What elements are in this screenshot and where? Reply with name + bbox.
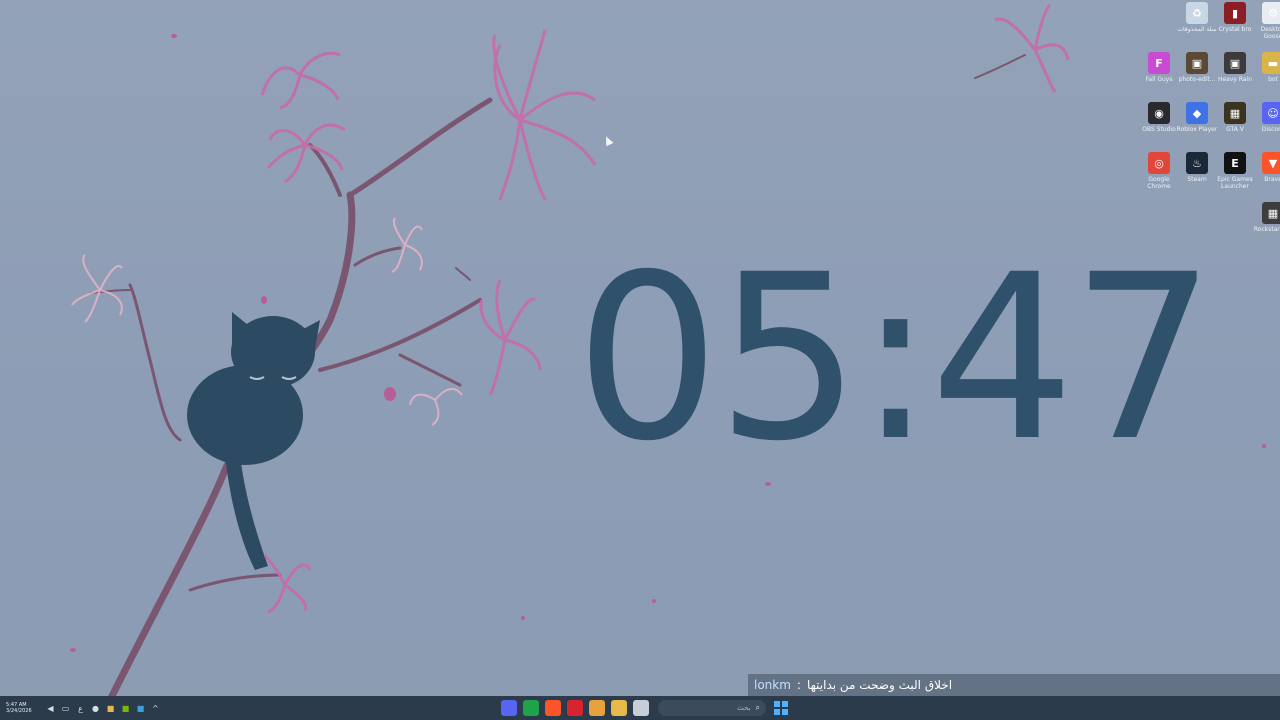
desktop-shortcut-label: Crystal bro <box>1218 26 1252 33</box>
shortcut-icon: ▦ <box>1262 202 1280 224</box>
chat-separator: : <box>796 678 801 692</box>
chat-text: اخلاق البث وضحت من بدايتها <box>806 678 953 692</box>
microphone-icon[interactable]: ● <box>91 704 100 713</box>
tray-clock[interactable]: 5:47 AM 3/24/2026 <box>6 702 40 714</box>
brave-icon: ▼ <box>1262 152 1280 174</box>
steam-icon: ♨ <box>1186 152 1208 174</box>
heavy-rain-icon: ▣ <box>1224 52 1246 74</box>
folder-icon: ▬ <box>1262 52 1280 74</box>
brave-taskbar-icon[interactable] <box>545 700 561 716</box>
volume-icon[interactable]: ◀ <box>46 704 55 713</box>
desktop-shortcut-label: Steam <box>1187 176 1207 183</box>
desktop-shortcut[interactable]: ▣ photo-edit... <box>1178 52 1216 100</box>
desktop-shortcut[interactable]: ⚙ Desktop Goose <box>1254 2 1280 50</box>
desktop-shortcut[interactable]: ▮ Crystal bro <box>1216 2 1254 50</box>
desktop-shortcut[interactable]: E Epic Games Launcher <box>1216 152 1254 200</box>
taskbar-apps: بحث ⌕ <box>498 698 788 718</box>
search-box[interactable]: بحث ⌕ <box>658 700 766 716</box>
photo-icon: ▣ <box>1186 52 1208 74</box>
desktop-shortcut[interactable]: ▬ bot <box>1254 52 1280 100</box>
file-explorer-taskbar-icon[interactable] <box>611 700 627 716</box>
desktop-shortcut-label: Epic Games Launcher <box>1217 176 1253 190</box>
tray-app-icon[interactable]: ■ <box>106 704 115 713</box>
crystal-icon: ▮ <box>1224 2 1246 24</box>
desktop-shortcut-label: photo-edit... <box>1178 76 1216 83</box>
chevron-up-icon[interactable]: ^ <box>151 704 160 713</box>
desktop-shortcut-label: Discord <box>1261 126 1280 133</box>
tray-app-icon-2[interactable]: ■ <box>136 704 145 713</box>
desktop-icons: ♻ سلة المحذوفات ▮ Crystal bro ⚙ Desktop Goose… <box>1128 0 1280 250</box>
discord-icon: ☺ <box>1262 102 1280 124</box>
task-view-taskbar-icon[interactable] <box>633 700 649 716</box>
desktop-shortcut[interactable]: ▦ GTA V <box>1216 102 1254 150</box>
recycle-bin-icon: ♻ <box>1186 2 1208 24</box>
search-icon: ⌕ <box>755 703 760 712</box>
desktop-shortcut[interactable]: ▼ Brave <box>1254 152 1280 200</box>
desktop-shortcut-label: Google Chrome <box>1147 176 1171 190</box>
desktop-shortcut-label: Desktop Goose <box>1260 26 1280 40</box>
tray-date: 3/24/2026 <box>6 708 32 714</box>
desktop-shortcut-label: Rockstar G... <box>1253 226 1280 233</box>
desktop-shortcut-label: Roblox Player <box>1176 126 1218 133</box>
desktop-shortcut-label: سلة المحذوفات <box>1177 26 1217 33</box>
discord-taskbar-icon[interactable] <box>501 700 517 716</box>
desktop-shortcut-label: Brave <box>1264 176 1280 183</box>
clock-display: 05:47 <box>575 225 1216 491</box>
desktop-shortcut-label: bot <box>1268 76 1278 83</box>
desktop-shortcut[interactable]: ♻ سلة المحذوفات <box>1177 2 1217 50</box>
desktop-shortcut[interactable]: ▦ Rockstar G... <box>1254 202 1280 250</box>
epic-games-icon: E <box>1224 152 1246 174</box>
opera-taskbar-icon[interactable] <box>567 700 583 716</box>
chat-username: lonkm <box>754 678 791 692</box>
google-chrome-icon: ◎ <box>1148 152 1170 174</box>
obs-icon: ◉ <box>1148 102 1170 124</box>
roblox-player-icon: ◆ <box>1186 102 1208 124</box>
nvidia-icon[interactable]: ■ <box>121 704 130 713</box>
desktop-shortcut-label: Fall Guys <box>1145 76 1173 83</box>
taskbar: 5:47 AM 3/24/2026 ◀ ▭ ع ● ■ ■ ■ ^ بحث ⌕ <box>0 696 1280 720</box>
search-placeholder: بحث <box>737 704 751 712</box>
settings-icon: ⚙ <box>1262 2 1280 24</box>
desktop-shortcut[interactable]: ▣ Heavy Rain <box>1216 52 1254 100</box>
desktop-shortcut[interactable]: ◉ OBS Studio <box>1140 102 1178 150</box>
game-icon: ▦ <box>1224 102 1246 124</box>
stream-chat-message: lonkm : اخلاق البث وضحت من بدايتها <box>748 674 1280 696</box>
chrome-taskbar-icon[interactable] <box>589 700 605 716</box>
desktop-shortcut[interactable]: ♨ Steam <box>1178 152 1216 200</box>
desktop-shortcut-label: OBS Studio <box>1142 126 1176 133</box>
desktop-shortcut[interactable]: F Fall Guys <box>1140 52 1178 100</box>
xbox-taskbar-icon[interactable] <box>523 700 539 716</box>
system-tray: 5:47 AM 3/24/2026 ◀ ▭ ع ● ■ ■ ■ ^ <box>0 696 160 720</box>
desktop-shortcut-label: Heavy Rain <box>1217 76 1253 83</box>
desktop-shortcut[interactable]: ◎ Google Chrome <box>1140 152 1178 200</box>
fall-guys-icon: F <box>1148 52 1170 74</box>
desktop-shortcut[interactable]: ☺ Discord <box>1254 102 1280 150</box>
language-indicator[interactable]: ع <box>76 704 85 713</box>
desktop-shortcut[interactable]: ◆ Roblox Player <box>1176 102 1218 150</box>
desktop-shortcut-label: GTA V <box>1226 126 1244 133</box>
network-icon[interactable]: ▭ <box>61 704 70 713</box>
start-button[interactable] <box>774 701 788 715</box>
